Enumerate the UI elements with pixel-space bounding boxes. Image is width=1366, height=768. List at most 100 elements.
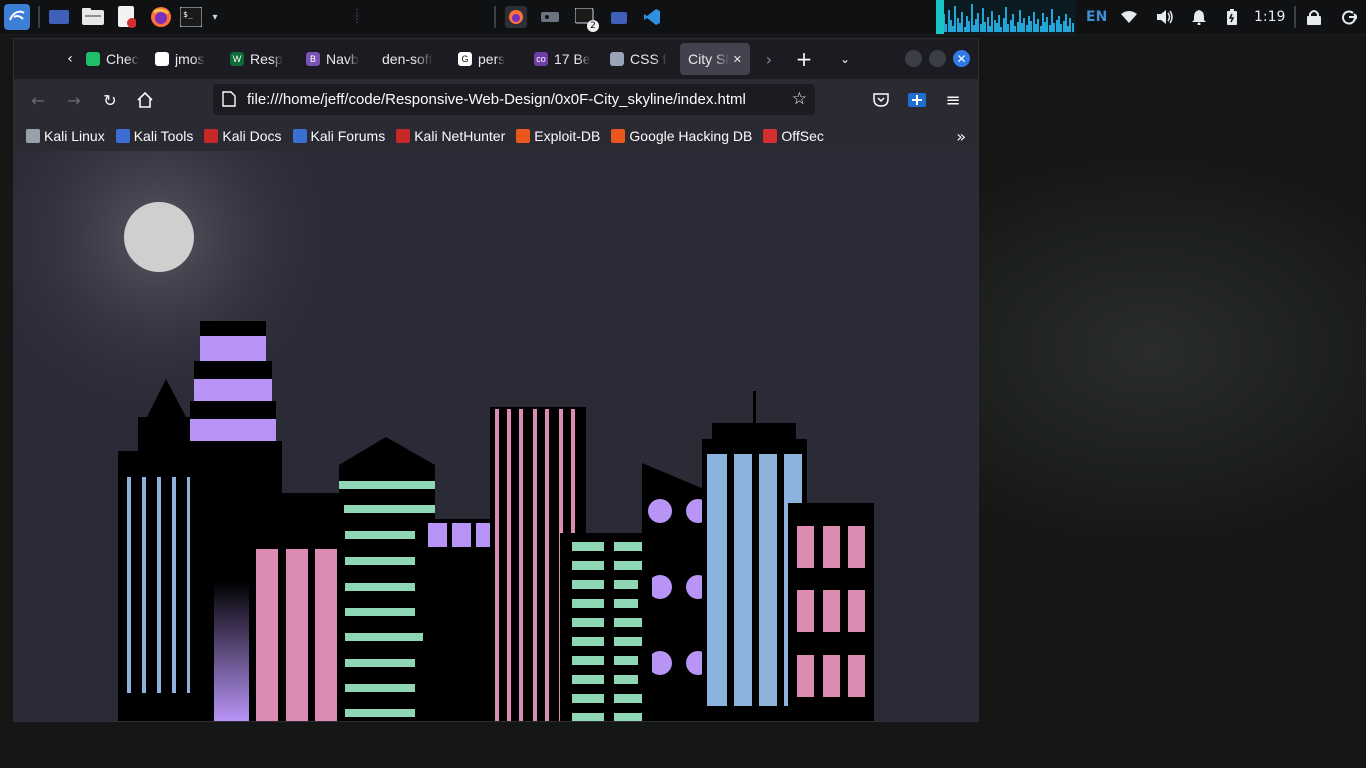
- bookmark-item[interactable]: Exploit-DB: [516, 128, 600, 144]
- notifications-icon[interactable]: [1192, 0, 1206, 34]
- bookmark-star-icon[interactable]: ☆: [792, 89, 807, 109]
- window-stripe-pink: [519, 409, 523, 721]
- file-manager-icon[interactable]: [82, 6, 104, 28]
- tab-scroll-right-icon[interactable]: ›: [757, 47, 781, 71]
- window-pink: [797, 590, 814, 632]
- home-button[interactable]: [133, 88, 157, 112]
- vscode-icon[interactable]: [641, 6, 663, 28]
- window-green: [614, 637, 646, 646]
- text-editor-icon[interactable]: [116, 6, 138, 28]
- tab-2[interactable]: jmos: [155, 43, 217, 75]
- tab-bar: ‹ Chec jmos W Resp B Navb den-soft Gpers co 17 Be…: [14, 39, 978, 79]
- window-pink: [797, 526, 814, 568]
- bookmark-item[interactable]: Google Hacking DB: [611, 128, 752, 144]
- keyboard-layout[interactable]: EN: [1086, 0, 1107, 34]
- window-purple: [428, 523, 447, 547]
- wifi-icon[interactable]: [1121, 0, 1137, 34]
- back-button[interactable]: ←: [26, 88, 50, 112]
- tab-label: pers: [478, 51, 506, 67]
- page-icon: [222, 91, 236, 111]
- window-stripe-pink: [507, 409, 511, 721]
- window-stripe-pink: [315, 549, 337, 721]
- window-stripe-pink: [533, 409, 537, 721]
- tower-base-gradient: [214, 581, 249, 721]
- tab-7[interactable]: co 17 Be: [534, 43, 596, 75]
- tab-9[interactable]: City Sk ✕: [680, 43, 750, 75]
- window-purple: [452, 523, 471, 547]
- chevron-down-icon[interactable]: ▾: [204, 6, 226, 28]
- bookmark-item[interactable]: Kali Linux: [26, 128, 105, 144]
- tab-3[interactable]: W Resp: [230, 43, 292, 75]
- window-pink: [823, 655, 840, 697]
- bookmark-item[interactable]: Kali Tools: [115, 128, 193, 144]
- app-menu-icon[interactable]: ≡: [941, 88, 965, 112]
- kali-menu-icon[interactable]: [4, 4, 30, 30]
- pocket-icon[interactable]: [869, 88, 893, 112]
- window-green: [345, 608, 415, 616]
- firefox-window: ‹ Chec jmos W Resp B Navb den-soft Gpers co 17 Be…: [13, 38, 979, 722]
- url-text[interactable]: file:///home/jeff/code/Responsive-Web-De…: [247, 91, 746, 108]
- reload-button[interactable]: ↻: [98, 88, 122, 112]
- close-window-button[interactable]: ✕: [953, 50, 970, 67]
- window-green: [572, 675, 604, 684]
- window-stripe-blue: [127, 477, 131, 693]
- window-green: [614, 542, 646, 551]
- close-tab-icon[interactable]: ✕: [733, 53, 742, 66]
- tab-8[interactable]: CSS f: [610, 43, 672, 75]
- terminal-running-icon[interactable]: 2: [574, 6, 599, 32]
- volume-icon[interactable]: [1156, 0, 1174, 34]
- bookmark-item[interactable]: Kali Forums: [292, 128, 385, 144]
- bookmark-item[interactable]: Kali Docs: [204, 128, 282, 144]
- bookmark-favicon-icon: [292, 129, 307, 143]
- bookmark-favicon-icon: [26, 129, 40, 143]
- window-green: [345, 531, 415, 539]
- bookmark-item[interactable]: OffSec: [763, 128, 824, 144]
- window-green: [614, 694, 646, 703]
- tab-scroll-left-icon[interactable]: ‹: [58, 47, 82, 71]
- firefox-icon[interactable]: [150, 6, 172, 28]
- forward-button[interactable]: →: [62, 88, 86, 112]
- bookmark-favicon-icon: [115, 129, 130, 143]
- new-tab-button[interactable]: +: [792, 47, 816, 71]
- drag-handle-icon: ⋮ ⋮: [352, 8, 362, 25]
- window-stripe-blue: [157, 477, 161, 693]
- moon: [124, 202, 194, 272]
- more-bookmarks-icon[interactable]: »: [956, 127, 966, 146]
- screen-recorder-icon[interactable]: [539, 6, 561, 28]
- window-green: [572, 637, 604, 646]
- url-bar[interactable]: file:///home/jeff/code/Responsive-Web-De…: [213, 84, 815, 115]
- bookmark-favicon-icon: [516, 129, 531, 143]
- terminal-icon[interactable]: $_: [180, 6, 202, 28]
- tab-label: 17 Be: [554, 51, 591, 67]
- tab-1[interactable]: Chec: [86, 43, 148, 75]
- clock[interactable]: 1:19: [1254, 0, 1285, 34]
- network-activity-graph: [936, 0, 1076, 34]
- tab-label: Navb: [326, 51, 359, 67]
- bookmark-item[interactable]: Kali NetHunter: [396, 128, 505, 144]
- lock-icon[interactable]: [1307, 0, 1321, 34]
- tab-6[interactable]: Gpers: [458, 43, 520, 75]
- firefox-running-icon[interactable]: [505, 6, 527, 28]
- window-green: [339, 481, 435, 489]
- window-stripe-blue: [759, 454, 777, 706]
- tab-favicon-icon: [86, 52, 100, 66]
- maximize-button[interactable]: [929, 50, 946, 67]
- minimize-button[interactable]: [905, 50, 922, 67]
- tower-glow-1: [200, 336, 266, 361]
- taskbar-separator: [1294, 6, 1296, 28]
- tab-label: Resp: [250, 51, 283, 67]
- window-green: [572, 656, 604, 665]
- window-green: [614, 713, 646, 721]
- taskbar: $_ ▾ ⋮ ⋮ 2 EN 1:19: [0, 0, 1366, 35]
- antenna: [753, 391, 756, 427]
- workspace-icon[interactable]: [48, 6, 70, 28]
- tab-5[interactable]: den-soft: [382, 43, 444, 75]
- tab-4[interactable]: B Navb: [306, 43, 368, 75]
- extension-icon[interactable]: [905, 88, 929, 112]
- terminal-count-badge: 2: [587, 20, 599, 32]
- folder-running-icon[interactable]: [608, 6, 630, 28]
- battery-icon[interactable]: [1227, 0, 1237, 34]
- window-pink: [848, 590, 865, 632]
- logout-icon[interactable]: [1341, 0, 1357, 34]
- list-all-tabs-icon[interactable]: ⌄: [833, 47, 857, 71]
